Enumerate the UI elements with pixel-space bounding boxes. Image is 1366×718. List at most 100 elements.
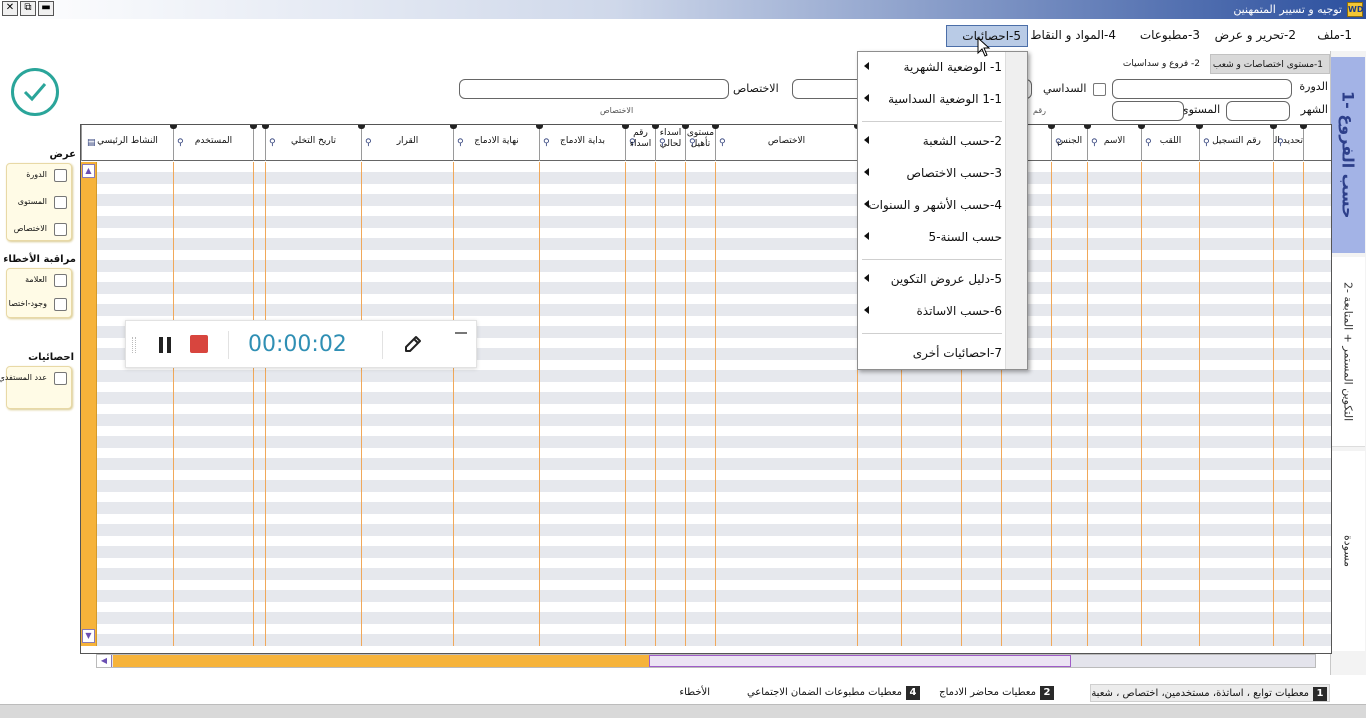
- checkbox[interactable]: [54, 372, 67, 385]
- right-tab-panel: 1- حسب الفروع 2- التكوين المستمر + المتا…: [1330, 51, 1366, 675]
- col-registration-number[interactable]: ⚲ رقم التسجيل: [1196, 125, 1273, 161]
- stats-group: عدد المستفدي: [0, 366, 72, 409]
- session-label: الدورة: [1299, 80, 1328, 93]
- scroll-thumb[interactable]: [113, 655, 649, 667]
- menu-item-by-year[interactable]: حسب السنة-5: [858, 226, 1006, 248]
- display-option-session[interactable]: الدورة: [11, 168, 67, 184]
- recording-timer: 00:00:02: [248, 332, 347, 357]
- checkbox[interactable]: [54, 169, 67, 182]
- close-button[interactable]: ✕: [2, 1, 18, 16]
- tab-specialty-levels[interactable]: 1-مستوى اختصاصات و شعب: [1210, 54, 1330, 74]
- column-divider: [1303, 162, 1304, 646]
- menu-item-training-guide[interactable]: 5-دليل عروض التكوين: [858, 268, 1006, 290]
- scroll-up-icon[interactable]: ▲: [82, 164, 95, 178]
- menu-separator: [862, 259, 1002, 260]
- column-divider: [1051, 162, 1052, 646]
- stats-option-beneficiaries[interactable]: عدد المستفدي: [0, 371, 67, 387]
- specialty-hint: الاختصاص: [600, 106, 634, 115]
- errors-title: مراقبة الأخطاء: [3, 254, 76, 265]
- divider: [382, 331, 383, 359]
- col-gender[interactable]: ⚲ الجنس: [1048, 125, 1087, 161]
- col-integration-start[interactable]: ⚲ بداية الادماج: [536, 125, 625, 161]
- tab-draft[interactable]: مسودة: [1331, 451, 1365, 651]
- menu-edit-view[interactable]: 2-تحرير و عرض: [1209, 25, 1302, 47]
- confirm-check-icon[interactable]: [11, 68, 59, 116]
- col-last-name[interactable]: ⚲ اللقب: [1138, 125, 1199, 161]
- errors-option-specialty[interactable]: وجود-اختصا: [9, 297, 67, 313]
- checkbox[interactable]: [54, 274, 67, 287]
- col-select-number[interactable]: ⚲تحديد الرقم: [1270, 125, 1303, 161]
- col-integration-end[interactable]: ⚲ نهاية الادماج: [450, 125, 539, 161]
- app-icon: WD: [1347, 2, 1363, 17]
- col-dropout-date[interactable]: ⚲ تاريخ التخلي: [262, 125, 361, 161]
- column-divider: [1199, 162, 1200, 646]
- col-first-name[interactable]: ⚲ الاسم: [1084, 125, 1141, 161]
- col-blank[interactable]: [1300, 125, 1331, 161]
- pen-icon[interactable]: [402, 333, 424, 355]
- menu-item-semester-status[interactable]: 1-1 الوضعية السداسية: [858, 88, 1006, 110]
- minimize-icon[interactable]: [455, 325, 467, 337]
- status-tab-general-data[interactable]: 1 معطيات توابع ، اساتذة، مستخدمين، اختصاص…: [1090, 684, 1330, 702]
- vertical-scrollbar[interactable]: ▲ ▼: [81, 162, 97, 646]
- menu-item-by-months-years[interactable]: 4-حسب الأشهر و السنوات: [858, 194, 1006, 216]
- col-qualification-level[interactable]: ⚲ مستوى تأهيل: [682, 125, 715, 161]
- submenu-arrow-icon: [864, 274, 869, 282]
- month-field[interactable]: [1226, 101, 1290, 121]
- horizontal-scrollbar[interactable]: ◀: [96, 654, 1316, 668]
- window-title: توجيه و تسيير المتمهنين: [1233, 3, 1342, 16]
- level-field[interactable]: [1112, 101, 1184, 121]
- menu-item-other-stats[interactable]: 7-احصائيات أخرى: [858, 342, 1006, 364]
- semester-label: السداسي: [1043, 82, 1087, 95]
- menu-subjects-grades[interactable]: 4-المواد و النقاط: [1024, 25, 1122, 47]
- stats-title: احصائيات: [28, 352, 74, 363]
- specialty-field[interactable]: [459, 79, 729, 99]
- checkbox[interactable]: [54, 223, 67, 236]
- col-specialty[interactable]: ⚲ الاختصاص: [712, 125, 857, 161]
- menu-file[interactable]: 1-ملف: [1311, 25, 1358, 47]
- col-narrow[interactable]: [250, 125, 265, 161]
- display-option-specialty[interactable]: الاختصاص: [11, 222, 67, 238]
- col-decision[interactable]: ⚲ القرار: [358, 125, 453, 161]
- left-side-panel: عرض الدورة المستوى الاختصاص مراقبة الأخط…: [0, 51, 80, 671]
- screen-recorder-widget: 00:00:02: [125, 320, 477, 368]
- restore-button[interactable]: ⧉: [20, 1, 36, 16]
- checkbox[interactable]: [54, 196, 67, 209]
- tab-by-branches[interactable]: 1- حسب الفروع: [1331, 57, 1365, 253]
- minimize-button[interactable]: ▬: [38, 1, 54, 16]
- menu-prints[interactable]: 3-مطبوعات: [1134, 25, 1206, 47]
- submenu-arrow-icon: [864, 136, 869, 144]
- semester-checkbox[interactable]: [1093, 83, 1106, 96]
- data-grid: ⚲تحديد الرقم ⚲رقم التسجيل ⚲اللقب ⚲الاسم …: [80, 124, 1332, 654]
- scroll-track[interactable]: [649, 655, 1071, 667]
- menu-bar: 1-ملف 2-تحرير و عرض 3-مطبوعات 4-المواد و…: [0, 19, 1366, 51]
- col-user[interactable]: ⚲ المستخدم: [170, 125, 253, 161]
- status-tab-social-security[interactable]: 4 معطيات مطبوعات الضمان الاجتماعي: [747, 684, 922, 702]
- column-divider: [173, 162, 174, 646]
- errors-option-grade[interactable]: العلامة: [11, 273, 67, 289]
- status-tab-integration-records[interactable]: 2 معطيات محاضر الادماج: [939, 684, 1056, 702]
- menu-item-by-branch[interactable]: 2-حسب الشعبة: [858, 130, 1006, 152]
- drag-handle-icon[interactable]: [132, 337, 136, 353]
- tab-branches-semesters[interactable]: 2- فروع و سداسيات: [1116, 54, 1206, 74]
- checkbox[interactable]: [54, 298, 67, 311]
- display-option-level[interactable]: المستوى: [11, 195, 67, 211]
- col-current-provision[interactable]: ⚲ اسداء لحالي: [652, 125, 685, 161]
- stop-icon[interactable]: [190, 335, 208, 353]
- submenu-arrow-icon: [864, 62, 869, 70]
- col-provision-number[interactable]: ⚲ رقم اسداء: [622, 125, 655, 161]
- status-tab-errors[interactable]: الأخطاء: [679, 684, 730, 702]
- col-main-activity[interactable]: ▤ النشاط الرئيسي: [81, 125, 173, 161]
- level-label: المستوى: [1180, 103, 1221, 116]
- menu-item-by-specialty[interactable]: 3-حسب الاختصاص: [858, 162, 1006, 184]
- scroll-down-icon[interactable]: ▼: [82, 629, 95, 643]
- pause-icon[interactable]: [156, 335, 176, 355]
- tab-continuous-training[interactable]: 2- التكوين المستمر + المتابعة: [1331, 257, 1365, 447]
- menu-item-by-teachers[interactable]: 6-حسب الاساتذة: [858, 300, 1006, 322]
- scroll-left-icon[interactable]: ◀: [97, 655, 112, 667]
- column-divider: [1273, 162, 1274, 646]
- submenu-arrow-icon: [864, 232, 869, 240]
- column-divider: [361, 162, 362, 646]
- grid-rows[interactable]: [97, 162, 1331, 646]
- session-field[interactable]: [1112, 79, 1292, 99]
- column-divider: [453, 162, 454, 646]
